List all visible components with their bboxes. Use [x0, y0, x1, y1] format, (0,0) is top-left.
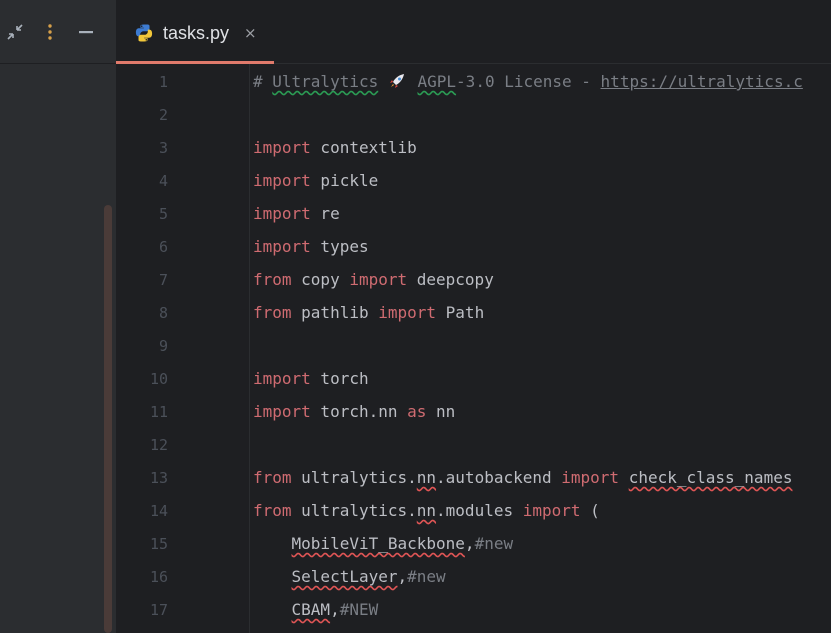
code-line-8: from pathlib import Path: [253, 303, 484, 323]
tool-window-header: [0, 0, 116, 64]
line-number: 9: [158, 337, 168, 355]
keyword: import: [349, 270, 408, 289]
keyword: from: [253, 501, 292, 520]
code-line-14: from ultralytics.nn.modules import (: [253, 501, 600, 521]
code-text: CBAM: [291, 600, 331, 619]
code-text: deepcopy: [407, 270, 494, 289]
code-line-16: SelectLayer,#new: [253, 567, 446, 587]
code-text: nn: [416, 468, 437, 487]
code-text: ultralytics.: [291, 468, 417, 487]
code-line-5: import re: [253, 204, 340, 224]
line-number: 17: [149, 601, 168, 619]
keyword: import: [253, 204, 311, 223]
comment-text: -3.0 License -: [456, 72, 601, 91]
keyword: import: [561, 468, 620, 487]
line-number: 4: [158, 172, 168, 190]
line-number: 10: [149, 370, 168, 388]
code-text: ultralytics.: [291, 501, 417, 520]
keyword: import: [253, 237, 311, 256]
python-file-icon: [135, 24, 153, 42]
line-number: 15: [149, 535, 168, 553]
line-number: 7: [158, 271, 168, 289]
comment-text: #NEW: [339, 600, 379, 619]
code-text: .autobackend: [436, 468, 562, 487]
code-text: types: [310, 237, 369, 256]
license-link[interactable]: https://ultralytics.c: [601, 72, 803, 91]
code-line-17: CBAM,#NEW: [253, 600, 379, 620]
collapse-icon[interactable]: [5, 22, 25, 42]
rocket-icon: [389, 74, 404, 88]
keyword: import: [522, 501, 581, 520]
line-number: 16: [149, 568, 168, 586]
minimize-icon[interactable]: [76, 22, 96, 42]
keyword: import: [253, 369, 311, 388]
gutter-divider: [249, 64, 250, 633]
keyword: import: [378, 303, 437, 322]
code-text: copy: [291, 270, 350, 289]
close-tab-icon[interactable]: ×: [244, 20, 257, 46]
keyword: import: [253, 171, 311, 190]
comment-text: #: [253, 72, 273, 91]
code-text: MobileViT_Backbone: [291, 534, 465, 553]
code-line-6: import types: [253, 237, 369, 257]
line-number-gutter: 1 2 3 4 5 6 7 8 9 10 11 12 13 14 15 16 1…: [116, 64, 248, 633]
tab-filename: tasks.py: [163, 23, 230, 43]
code-text: re: [310, 204, 340, 223]
line-number: 3: [158, 139, 168, 157]
comment-text: #new: [474, 534, 514, 553]
keyword: import: [253, 138, 311, 157]
line-number: 12: [149, 436, 168, 454]
line-number: 8: [158, 304, 168, 322]
code-text: contextlib: [310, 138, 417, 157]
code-text: pathlib: [291, 303, 379, 322]
line-number: 6: [158, 238, 168, 256]
more-options-icon[interactable]: [40, 22, 60, 42]
code-text: nn: [416, 501, 437, 520]
code-area[interactable]: # Ultralytics AGPL-3.0 License - https:/…: [253, 64, 831, 633]
line-number: 1: [158, 73, 168, 91]
tool-window-panel: [0, 0, 116, 633]
tab-tasks-py[interactable]: tasks.py ×: [116, 0, 274, 64]
editor-tab-bar: tasks.py ×: [116, 0, 831, 64]
code-line-3: import contextlib: [253, 138, 417, 158]
code-editor: tasks.py × 1 2 3 4 5 6 7 8 9 10 11 12 13…: [116, 0, 831, 633]
line-number: 14: [149, 502, 168, 520]
code-line-15: MobileViT_Backbone,#new: [253, 534, 514, 554]
code-line-7: from copy import deepcopy: [253, 270, 494, 290]
code-text: torch: [310, 369, 369, 388]
code-line-13: from ultralytics.nn.autobackend import c…: [253, 468, 792, 488]
code-text: ,: [464, 534, 475, 553]
code-line-11: import torch.nn as nn: [253, 402, 455, 422]
panel-scrollbar[interactable]: [104, 205, 112, 633]
code-line-4: import pickle: [253, 171, 378, 191]
code-text: pickle: [310, 171, 379, 190]
code-text: ,: [330, 600, 340, 619]
line-number: 5: [158, 205, 168, 223]
code-text: .modules: [436, 501, 523, 520]
code-line-10: import torch: [253, 369, 369, 389]
comment-word: Ultralytics: [272, 72, 379, 91]
code-line-1: # Ultralytics AGPL-3.0 License - https:/…: [253, 72, 803, 92]
code-text: Path: [436, 303, 485, 322]
line-number: 11: [149, 403, 168, 421]
keyword: from: [253, 270, 292, 289]
code-text: SelectLayer: [291, 567, 398, 586]
line-number: 13: [149, 469, 168, 487]
code-text: torch.nn: [310, 402, 408, 421]
keyword: from: [253, 303, 292, 322]
keyword: from: [253, 468, 292, 487]
keyword: as: [407, 402, 427, 421]
code-text: nn: [426, 402, 456, 421]
code-text: ,: [397, 567, 408, 586]
comment-text: #new: [407, 567, 446, 586]
keyword: import: [253, 402, 311, 421]
code-text: (: [580, 501, 600, 520]
line-number: 2: [158, 106, 168, 124]
code-text: check_class_names: [628, 468, 793, 487]
comment-word: AGPL: [417, 72, 457, 91]
